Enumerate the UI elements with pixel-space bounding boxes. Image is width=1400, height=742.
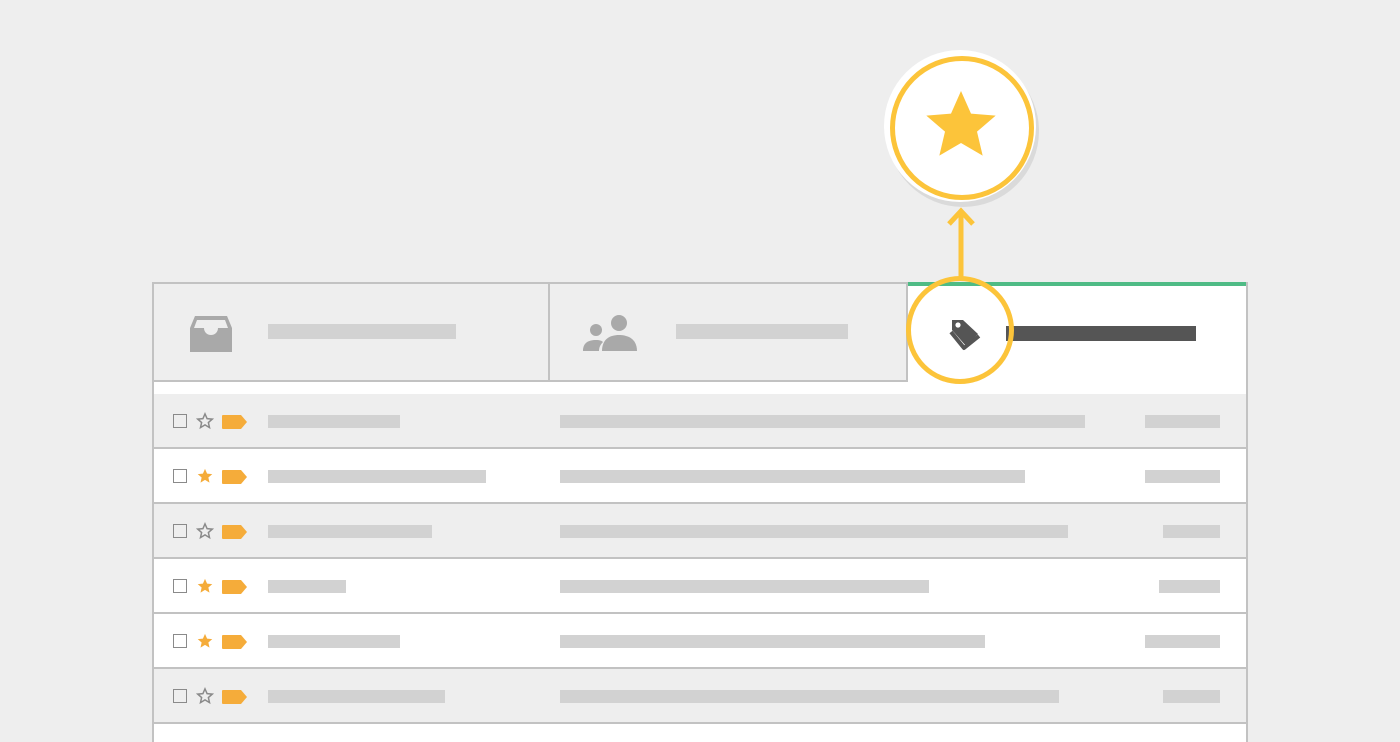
tab-icon-highlight bbox=[906, 276, 1014, 384]
starred-badge bbox=[884, 50, 1036, 202]
sender-placeholder bbox=[268, 415, 400, 428]
list-item[interactable] bbox=[154, 504, 1246, 559]
list-item[interactable] bbox=[154, 669, 1246, 724]
tab-primary[interactable] bbox=[154, 284, 550, 382]
subject-placeholder bbox=[560, 470, 1025, 483]
date-placeholder bbox=[1145, 470, 1220, 483]
star-outline-icon[interactable] bbox=[196, 522, 214, 540]
label-icon bbox=[222, 580, 247, 594]
select-checkbox[interactable] bbox=[173, 579, 187, 593]
date-placeholder bbox=[1159, 580, 1220, 593]
sender-placeholder bbox=[268, 470, 486, 483]
sender-placeholder bbox=[268, 690, 445, 703]
list-item[interactable] bbox=[154, 449, 1246, 504]
list-item[interactable] bbox=[154, 394, 1246, 449]
date-placeholder bbox=[1163, 525, 1220, 538]
list-item[interactable] bbox=[154, 559, 1246, 614]
label-icon bbox=[222, 690, 247, 704]
star-filled-icon[interactable] bbox=[196, 632, 214, 650]
subject-placeholder bbox=[560, 525, 1068, 538]
select-checkbox[interactable] bbox=[173, 414, 187, 428]
sender-placeholder bbox=[268, 635, 400, 648]
subject-placeholder bbox=[560, 690, 1059, 703]
message-list bbox=[154, 394, 1246, 724]
category-tabs bbox=[154, 282, 1246, 392]
star-outline-icon[interactable] bbox=[196, 687, 214, 705]
star-icon bbox=[926, 91, 996, 156]
star-filled-icon[interactable] bbox=[196, 577, 214, 595]
inbox-icon bbox=[190, 316, 232, 352]
sender-placeholder bbox=[268, 525, 432, 538]
date-placeholder bbox=[1163, 690, 1220, 703]
label-icon bbox=[222, 415, 247, 429]
select-checkbox[interactable] bbox=[173, 524, 187, 538]
star-outline-icon[interactable] bbox=[196, 412, 214, 430]
arrow-up-icon bbox=[947, 207, 975, 280]
star-filled-icon[interactable] bbox=[196, 467, 214, 485]
people-icon bbox=[583, 315, 637, 351]
tab-label-placeholder bbox=[676, 324, 848, 339]
select-checkbox[interactable] bbox=[173, 634, 187, 648]
select-checkbox[interactable] bbox=[173, 469, 187, 483]
subject-placeholder bbox=[560, 635, 985, 648]
tab-social[interactable] bbox=[550, 284, 908, 382]
label-icon bbox=[222, 470, 247, 484]
tab-label-placeholder bbox=[268, 324, 456, 339]
label-icon bbox=[222, 525, 247, 539]
date-placeholder bbox=[1145, 415, 1220, 428]
subject-placeholder bbox=[560, 580, 929, 593]
date-placeholder bbox=[1145, 635, 1220, 648]
list-item[interactable] bbox=[154, 614, 1246, 669]
select-checkbox[interactable] bbox=[173, 689, 187, 703]
illustration bbox=[0, 0, 1400, 742]
tab-label-placeholder-active bbox=[1006, 326, 1196, 341]
subject-placeholder bbox=[560, 415, 1085, 428]
sender-placeholder bbox=[268, 580, 346, 593]
mail-window bbox=[152, 282, 1248, 742]
label-icon bbox=[222, 635, 247, 649]
